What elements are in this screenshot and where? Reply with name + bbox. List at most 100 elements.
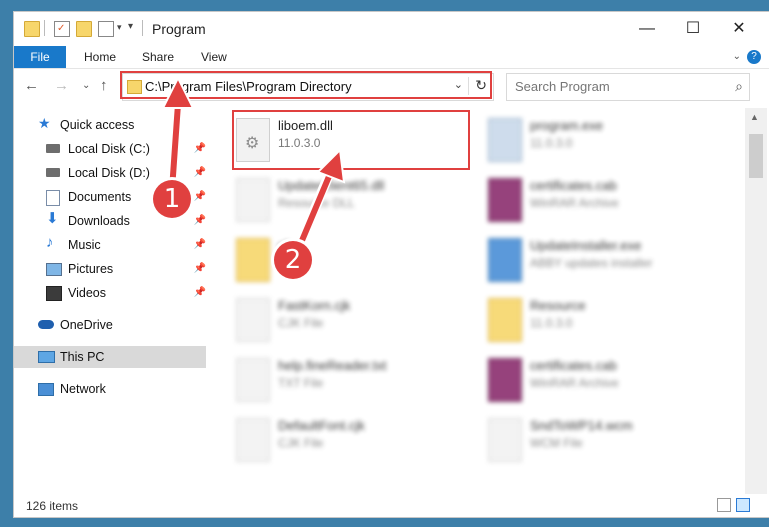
explorer-window: ✓ ▾ ▾ Program — ☐ ✕ File Home Share View… bbox=[14, 12, 769, 517]
sidebar-item-label: Quick access bbox=[60, 118, 135, 132]
item-count: 126 items bbox=[26, 499, 79, 513]
file-detail: CJK File bbox=[278, 316, 324, 330]
step-badge-1: 1 bbox=[153, 180, 191, 218]
scrollbar-thumb[interactable] bbox=[749, 134, 763, 178]
file-detail: TXT File bbox=[278, 376, 324, 390]
file-item[interactable]: UpdateClient65.dll Resource DLL bbox=[230, 172, 470, 230]
file-item[interactable]: DefaultFont.cjk CJK File bbox=[230, 412, 470, 470]
sidebar-item-pictures[interactable]: Pictures 📌 bbox=[14, 258, 206, 280]
scroll-up-icon[interactable]: ▲ bbox=[750, 112, 759, 122]
navigation-pane: ★ Quick access Local Disk (C:) 📌 Local D… bbox=[14, 108, 208, 498]
title-bar: ✓ ▾ ▾ Program — ☐ ✕ bbox=[14, 12, 769, 46]
recent-locations-icon[interactable]: ⌄ bbox=[82, 80, 90, 91]
file-detail: 11.0.3.0 bbox=[530, 136, 573, 150]
archive-icon bbox=[488, 178, 522, 222]
close-button[interactable]: ✕ bbox=[716, 12, 762, 46]
sidebar-item-label: This PC bbox=[60, 350, 105, 364]
file-item[interactable]: certificates.cab WinRAR Archive bbox=[482, 352, 722, 410]
properties-icon[interactable]: ✓ bbox=[54, 21, 70, 37]
file-name: program.exe bbox=[530, 118, 603, 133]
separator bbox=[44, 20, 45, 36]
file-item[interactable]: Resource 11.0.3.0 bbox=[482, 292, 722, 350]
vertical-scrollbar[interactable]: ▲ bbox=[745, 108, 767, 494]
expand-ribbon-icon[interactable]: ⌄ bbox=[733, 51, 741, 62]
search-input[interactable]: Search Program bbox=[515, 79, 610, 94]
sidebar-item-label: Pictures bbox=[68, 262, 114, 276]
tab-share[interactable]: Share bbox=[142, 46, 174, 68]
sidebar-item-music[interactable]: ♪ Music 📌 bbox=[14, 234, 206, 256]
large-icons-view-icon[interactable] bbox=[736, 498, 750, 512]
sidebar-item-network[interactable]: Network bbox=[14, 378, 206, 400]
file-name: UpdateInstaller.exe bbox=[530, 238, 642, 253]
tab-home[interactable]: Home bbox=[84, 46, 116, 68]
pin-icon[interactable]: 📌 bbox=[194, 258, 206, 280]
exe-file-icon bbox=[488, 118, 522, 162]
star-icon: ★ bbox=[38, 115, 51, 131]
sidebar-item-local-disk-c[interactable]: Local Disk (C:) 📌 bbox=[14, 138, 206, 160]
file-item[interactable]: certificates.cab WinRAR Archive bbox=[482, 172, 722, 230]
search-box[interactable]: Search Program ⌕ bbox=[506, 73, 750, 101]
file-item[interactable]: program.exe 11.0.3.0 bbox=[482, 112, 722, 170]
file-item[interactable]: cfg bbox=[230, 232, 470, 290]
folder-icon bbox=[236, 238, 270, 282]
file-icon bbox=[236, 298, 270, 342]
folder-icon bbox=[24, 21, 40, 37]
file-icon bbox=[488, 418, 522, 462]
up-arrow-icon[interactable]: ↑ bbox=[100, 77, 108, 94]
pin-icon[interactable]: 📌 bbox=[194, 234, 206, 256]
status-bar: 126 items bbox=[14, 494, 769, 517]
sidebar-item-videos[interactable]: Videos 📌 bbox=[14, 282, 206, 304]
sidebar-item-onedrive[interactable]: OneDrive bbox=[14, 314, 206, 336]
details-view-icon[interactable] bbox=[717, 498, 731, 512]
file-detail: Resource DLL bbox=[278, 196, 355, 210]
music-icon: ♪ bbox=[46, 234, 54, 251]
file-name: FastKorn.cjk bbox=[278, 298, 351, 313]
file-item[interactable]: help.fineReader.txt TXT File bbox=[230, 352, 470, 410]
file-detail: ABBY updates installer bbox=[530, 256, 653, 270]
file-name: DefaultFont.cjk bbox=[278, 418, 365, 433]
file-item[interactable]: SndToWP14.wcm WCM File bbox=[482, 412, 722, 470]
highlight-address-box bbox=[120, 71, 492, 99]
pin-icon[interactable]: 📌 bbox=[194, 186, 206, 208]
file-detail: 11.0.3.0 bbox=[530, 316, 573, 330]
pin-icon[interactable]: 📌 bbox=[194, 138, 206, 160]
new-folder-icon[interactable] bbox=[76, 21, 92, 37]
highlight-file-box bbox=[232, 110, 470, 170]
maximize-button[interactable]: ☐ bbox=[670, 12, 716, 46]
archive-icon bbox=[488, 358, 522, 402]
file-detail: WinRAR Archive bbox=[530, 376, 619, 390]
pin-icon[interactable]: 📌 bbox=[194, 282, 206, 304]
network-icon bbox=[38, 383, 54, 396]
drive-icon bbox=[46, 168, 60, 177]
file-detail: WCM File bbox=[530, 436, 583, 450]
drive-icon bbox=[46, 144, 60, 153]
search-icon[interactable]: ⌕ bbox=[735, 78, 743, 95]
forward-arrow-icon[interactable]: → bbox=[54, 77, 69, 94]
back-arrow-icon[interactable]: ← bbox=[24, 77, 39, 94]
pin-icon[interactable]: 📌 bbox=[194, 210, 206, 232]
navigation-bar: ← → ⌄ ↑ C:\Program Files\Program Directo… bbox=[14, 69, 769, 103]
customize-quick-access-icon[interactable] bbox=[98, 21, 114, 37]
pictures-icon bbox=[46, 263, 62, 276]
dll-file-icon bbox=[236, 178, 270, 222]
help-icon[interactable]: ? bbox=[747, 50, 761, 64]
quick-access-dropdown-icon[interactable]: ▾ bbox=[128, 21, 133, 32]
file-detail: WinRAR Archive bbox=[530, 196, 619, 210]
tab-view[interactable]: View bbox=[201, 46, 227, 68]
file-item[interactable]: UpdateInstaller.exe ABBY updates install… bbox=[482, 232, 722, 290]
sidebar-item-quick-access[interactable]: ★ Quick access bbox=[14, 114, 206, 136]
folder-icon bbox=[488, 298, 522, 342]
file-item[interactable]: FastKorn.cjk CJK File bbox=[230, 292, 470, 350]
sidebar-item-label: Documents bbox=[68, 190, 132, 204]
tab-file[interactable]: File bbox=[14, 46, 66, 68]
chevron-down-icon[interactable]: ▾ bbox=[117, 22, 122, 33]
file-name: certificates.cab bbox=[530, 358, 617, 373]
sidebar-item-label: Local Disk (C:) bbox=[68, 142, 150, 156]
step-badge-2: 2 bbox=[274, 241, 312, 279]
sidebar-item-this-pc[interactable]: This PC bbox=[14, 346, 206, 368]
pin-icon[interactable]: 📌 bbox=[194, 162, 206, 184]
minimize-button[interactable]: — bbox=[624, 12, 670, 46]
file-icon bbox=[236, 418, 270, 462]
sidebar-item-label: Local Disk (D:) bbox=[68, 166, 150, 180]
file-name: help.fineReader.txt bbox=[278, 358, 387, 373]
